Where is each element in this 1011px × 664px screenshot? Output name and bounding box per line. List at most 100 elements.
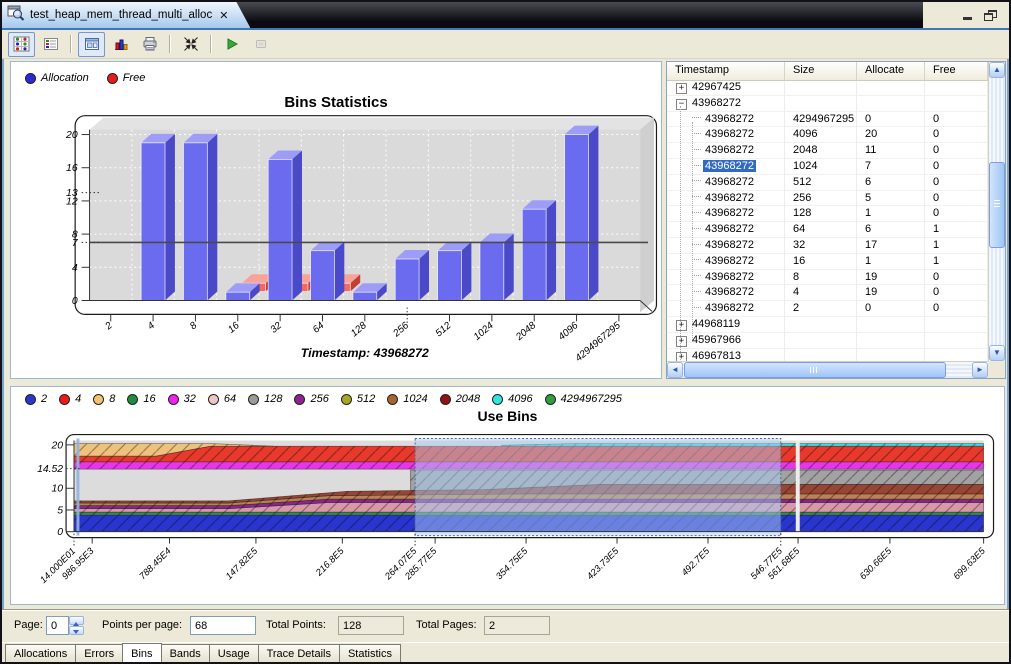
table-row[interactable]: 439682724096200 (667, 127, 988, 143)
tree-connector (692, 165, 701, 166)
page-spinner[interactable] (69, 616, 84, 635)
page-input[interactable] (46, 616, 69, 635)
allocate-cell: 6 (857, 175, 925, 191)
tab-trace-details[interactable]: Trace Details (258, 644, 340, 663)
legend-label: 4096 (508, 393, 532, 405)
svg-text:630.66E5: 630.66E5 (857, 545, 894, 582)
table-row[interactable]: 43968272429496729500 (667, 112, 988, 128)
restore-icon[interactable] (984, 10, 997, 21)
print-button[interactable] (136, 32, 163, 57)
tree-expand-icon[interactable]: + (676, 83, 687, 94)
table-horizontal-scrollbar[interactable]: ◄ ► (667, 361, 988, 378)
timestamp-cell: 44968119 (690, 318, 742, 330)
scroll-up-icon[interactable]: ▲ (989, 62, 1005, 78)
horizontal-scroll-thumb[interactable] (684, 362, 946, 378)
table-row[interactable]: 4396827225650 (667, 191, 988, 207)
table-row[interactable]: 43968272102470 (667, 159, 988, 175)
table-header[interactable]: TimestampSizeAllocateFree (667, 62, 988, 81)
table-row[interactable]: 439682721611 (667, 254, 988, 270)
svg-text:699.63E5: 699.63E5 (951, 545, 988, 582)
table-row[interactable]: 4396827232171 (667, 238, 988, 254)
table-row[interactable]: +46967813 (667, 349, 988, 361)
play-button[interactable] (218, 32, 245, 57)
table-row[interactable]: +42967425 (667, 80, 988, 96)
legend-item: 512 (341, 393, 375, 405)
svg-text:13: 13 (66, 188, 78, 199)
use-bins-title: Use Bins (11, 408, 1004, 424)
window-controls (923, 2, 1009, 28)
legend-item: 2 (25, 393, 47, 405)
tree-expand-icon[interactable]: + (676, 320, 687, 331)
allocate-cell: 5 (857, 191, 925, 207)
table-row[interactable]: 4396827251260 (667, 175, 988, 191)
svg-text:4096: 4096 (556, 320, 580, 343)
allocate-cell: 11 (857, 143, 925, 159)
legend-item: 2048 (440, 393, 480, 405)
column-header-size[interactable]: Size (785, 62, 857, 80)
table-row[interactable]: 439682728190 (667, 270, 988, 286)
use-bins-panel: 2481632641282565121024204840964294967295… (10, 386, 1005, 605)
minimize-icon[interactable] (963, 10, 972, 20)
scroll-left-icon[interactable]: ◄ (667, 362, 683, 378)
tab-allocations[interactable]: Allocations (5, 644, 76, 663)
use-bins-legend: 2481632641282565121024204840964294967295 (25, 393, 622, 405)
vertical-scroll-thumb[interactable] (989, 162, 1005, 248)
tab-close-icon[interactable]: ✕ (219, 9, 228, 22)
spinner-down-icon[interactable] (69, 626, 84, 635)
legend-swatch-icon (294, 394, 305, 405)
points-per-page-input[interactable] (190, 616, 256, 635)
column-header-free[interactable]: Free (925, 62, 988, 80)
table-row[interactable]: 43968272200 (667, 301, 988, 317)
size-cell (785, 333, 857, 349)
tree-expand-icon[interactable]: + (676, 352, 687, 361)
svg-text:32: 32 (269, 320, 285, 336)
fit-view-button[interactable] (177, 32, 204, 57)
tree-expand-icon[interactable]: + (676, 336, 687, 347)
table-row[interactable]: −43968272 (667, 96, 988, 112)
svg-text:0: 0 (72, 296, 78, 307)
spinner-up-icon[interactable] (69, 616, 84, 625)
total-pages-label: Total Pages: (416, 619, 477, 631)
scroll-down-icon[interactable]: ▼ (989, 345, 1005, 361)
table-row[interactable]: +45967966 (667, 333, 988, 349)
tab-bins[interactable]: Bins (122, 643, 161, 663)
column-header-allocate[interactable]: Allocate (857, 62, 925, 80)
tree-collapse-icon[interactable]: − (676, 99, 687, 110)
free-cell: 0 (925, 301, 988, 317)
table-body: +42967425−439682724396827242949672950043… (667, 80, 988, 361)
svg-text:512: 512 (434, 320, 454, 339)
table-row[interactable]: 439682724190 (667, 285, 988, 301)
tab-statistics[interactable]: Statistics (339, 644, 401, 663)
tab-usage[interactable]: Usage (209, 644, 259, 663)
memory-trace-icon (7, 4, 25, 26)
size-cell: 8 (785, 270, 857, 286)
tab-errors[interactable]: Errors (75, 644, 123, 663)
table-vertical-scrollbar[interactable]: ▲ ▼ (988, 62, 1005, 361)
allocate-cell: 19 (857, 285, 925, 301)
table-row[interactable]: 439682722048110 (667, 143, 988, 159)
svg-text:354.75E5: 354.75E5 (493, 545, 530, 582)
svg-text:0: 0 (57, 527, 63, 538)
tree-connector (692, 228, 701, 229)
column-header-timestamp[interactable]: Timestamp (667, 62, 785, 80)
timestamp-cell: 43968272 (703, 271, 756, 283)
svg-text:2: 2 (103, 320, 115, 333)
legend-item: 128 (248, 393, 282, 405)
bar-chart-button[interactable] (107, 32, 134, 57)
allocate-cell: 0 (857, 112, 925, 128)
legend-swatch-icon (492, 394, 503, 405)
svg-text:10: 10 (52, 484, 64, 495)
table-row[interactable]: +44968119 (667, 317, 988, 333)
grid-legend-icon (13, 36, 30, 52)
tree-connector (692, 180, 701, 181)
tab-bands[interactable]: Bands (161, 644, 210, 663)
list-legend-view-button[interactable] (37, 32, 64, 57)
table-row[interactable]: 439682726461 (667, 222, 988, 238)
scroll-right-icon[interactable]: ► (972, 362, 988, 378)
table-row[interactable]: 4396827212810 (667, 206, 988, 222)
chart-window-icon (84, 36, 100, 52)
tree-connector (692, 117, 701, 118)
editor-tab[interactable]: test_heap_mem_thread_multi_alloc ✕ (2, 2, 250, 28)
grid-legend-view-button[interactable] (8, 32, 35, 57)
chart-view-button[interactable] (78, 32, 105, 57)
